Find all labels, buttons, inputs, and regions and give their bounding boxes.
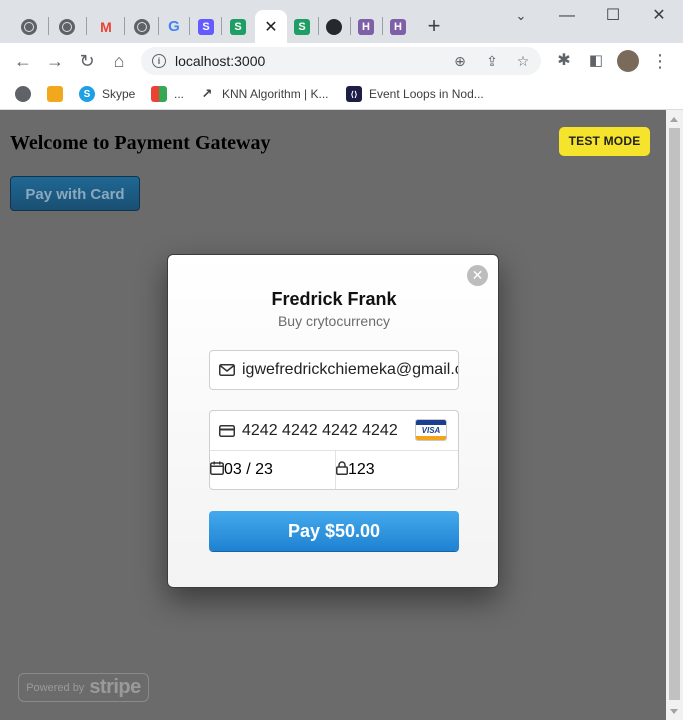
card-number-field[interactable]: 4242 4242 4242 4242 VISA (210, 411, 458, 450)
chart-line-icon: ↗ (201, 86, 213, 101)
checkout-name: Fredrick Frank (271, 289, 397, 309)
github-icon (326, 18, 342, 35)
home-icon[interactable]: ⌂ (109, 51, 129, 71)
tab-separator (124, 17, 125, 35)
skype-icon: S (79, 86, 95, 102)
tab-gmail[interactable]: M (91, 10, 121, 43)
stripe-s-icon: S (198, 18, 214, 35)
test-mode-badge: TEST MODE (559, 127, 650, 156)
credit-card-icon (219, 423, 235, 439)
side-panel-icon[interactable]: ◧ (586, 51, 606, 71)
tab-heroku-2[interactable]: H (383, 10, 413, 43)
event-loop-icon: ⟨⟩ (346, 86, 362, 102)
tab-heroku-1[interactable]: H (351, 10, 381, 43)
cvc-value[interactable]: 123 (348, 461, 375, 479)
card-number-value[interactable]: 4242 4242 4242 4242 (242, 422, 398, 440)
address-bar[interactable]: i localhost:3000 ⊕ ⇪ ☆ (141, 47, 541, 75)
bookmark-label: KNN Algorithm | K... (222, 87, 329, 101)
email-field[interactable]: igwefredrickchiemeka@gmail.com (209, 350, 459, 390)
share-icon[interactable]: ⇪ (484, 53, 500, 69)
tab-2[interactable] (52, 10, 82, 43)
expiry-value[interactable]: 03 / 23 (224, 461, 273, 479)
new-tab-button[interactable]: + (424, 14, 444, 38)
heroku-icon: H (358, 18, 374, 35)
browser-toolbar: ← → ↻ ⌂ i localhost:3000 ⊕ ⇪ ☆ ✱ ◧ ⋮ (0, 43, 683, 79)
tab-separator (48, 17, 49, 35)
card-details-group: 4242 4242 4242 4242 VISA 03 / 23 123 (209, 410, 459, 490)
visa-label: VISA (421, 426, 441, 435)
tab-search-chevron-icon[interactable]: ⌄ (509, 8, 533, 24)
tab-sheet-2[interactable]: S (287, 10, 317, 43)
calendar-icon (210, 461, 224, 480)
puzzle-color-icon (151, 86, 167, 102)
lock-icon (336, 460, 348, 480)
globe-icon (21, 18, 37, 35)
checkout-description: Buy crytocurrency (277, 313, 391, 329)
bookmark-1[interactable] (15, 85, 38, 103)
tab-sheet[interactable]: S (223, 10, 253, 43)
tab-4[interactable] (127, 10, 157, 43)
tab-separator (221, 17, 222, 35)
powered-by-stripe-badge[interactable]: Powered by stripe (18, 673, 149, 702)
tab-separator (86, 17, 87, 35)
back-icon[interactable]: ← (13, 51, 33, 71)
google-icon: G (168, 18, 180, 35)
globe-icon (134, 18, 150, 35)
menu-kebab-icon[interactable]: ⋮ (650, 51, 670, 71)
bookmark-4[interactable]: ... (151, 85, 184, 103)
window-close-button[interactable]: ✕ (647, 8, 671, 24)
globe-icon (15, 86, 31, 102)
globe-icon (59, 18, 75, 35)
bookmark-event-loops[interactable]: ⟨⟩ Event Loops in Nod... (346, 85, 484, 103)
modal-close-button[interactable]: ✕ (467, 265, 488, 286)
extensions-icon[interactable]: ✱ (554, 51, 574, 71)
pay-with-card-button[interactable]: Pay with Card (10, 176, 140, 211)
expiry-field[interactable]: 03 / 23 (210, 451, 336, 489)
tab-active[interactable]: ✕ (255, 10, 287, 43)
checkout-modal: ✕ Fredrick Frank Buy crytocurrency igwef… (167, 254, 499, 588)
scroll-up-arrow-icon[interactable] (670, 117, 678, 122)
pay-button[interactable]: Pay $50.00 (209, 511, 459, 551)
cvc-field[interactable]: 123 (336, 451, 458, 489)
heroku-icon: H (390, 18, 406, 35)
zoom-icon[interactable]: ⊕ (452, 53, 468, 69)
scrollbar-thumb[interactable] (669, 128, 680, 700)
sheet-s-icon: S (230, 18, 246, 35)
bookmark-label: Skype (102, 87, 136, 101)
bookmark-skype[interactable]: S Skype (79, 85, 135, 103)
close-icon[interactable]: ✕ (264, 17, 277, 37)
minimize-button[interactable]: — (555, 8, 579, 24)
stripe-logo: stripe (89, 676, 141, 698)
scroll-down-arrow-icon[interactable] (670, 709, 678, 714)
email-value[interactable]: igwefredrickchiemeka@gmail.com (242, 361, 458, 379)
tab-strip: M G S S ✕ S H H + ⌄ — ☐ ✕ (0, 0, 683, 43)
envelope-icon (219, 362, 235, 378)
visa-card-icon: VISA (415, 419, 447, 441)
tab-github[interactable] (319, 10, 349, 43)
tab-1[interactable] (14, 10, 44, 43)
bookmark-label: Event Loops in Nod... (369, 87, 484, 101)
bookmark-star-icon[interactable]: ☆ (515, 53, 531, 69)
profile-avatar[interactable] (617, 50, 639, 72)
bookmark-2[interactable] (47, 85, 70, 103)
bookmark-label: ... (174, 87, 185, 101)
bookmark-app-icon (47, 86, 63, 102)
forward-icon[interactable]: → (45, 51, 65, 71)
maximize-button[interactable]: ☐ (601, 8, 625, 24)
tab-separator (189, 17, 190, 35)
bookmark-knn[interactable]: ↗ KNN Algorithm | K... (199, 85, 329, 103)
site-info-icon[interactable]: i (152, 54, 166, 68)
tab-google[interactable]: G (159, 10, 189, 43)
gmail-icon: M (100, 18, 112, 35)
page-title: Welcome to Payment Gateway (10, 132, 271, 154)
page-scrollbar[interactable] (666, 110, 683, 720)
reload-icon[interactable]: ↻ (77, 51, 97, 71)
sheet-s-icon: S (294, 18, 310, 35)
tab-stripe[interactable]: S (191, 10, 221, 43)
address-url[interactable]: localhost:3000 (175, 53, 265, 69)
powered-by-text: Powered by (26, 681, 85, 694)
bookmarks-bar: S Skype ... ↗ KNN Algorithm | K... ⟨⟩ Event… (0, 79, 683, 110)
